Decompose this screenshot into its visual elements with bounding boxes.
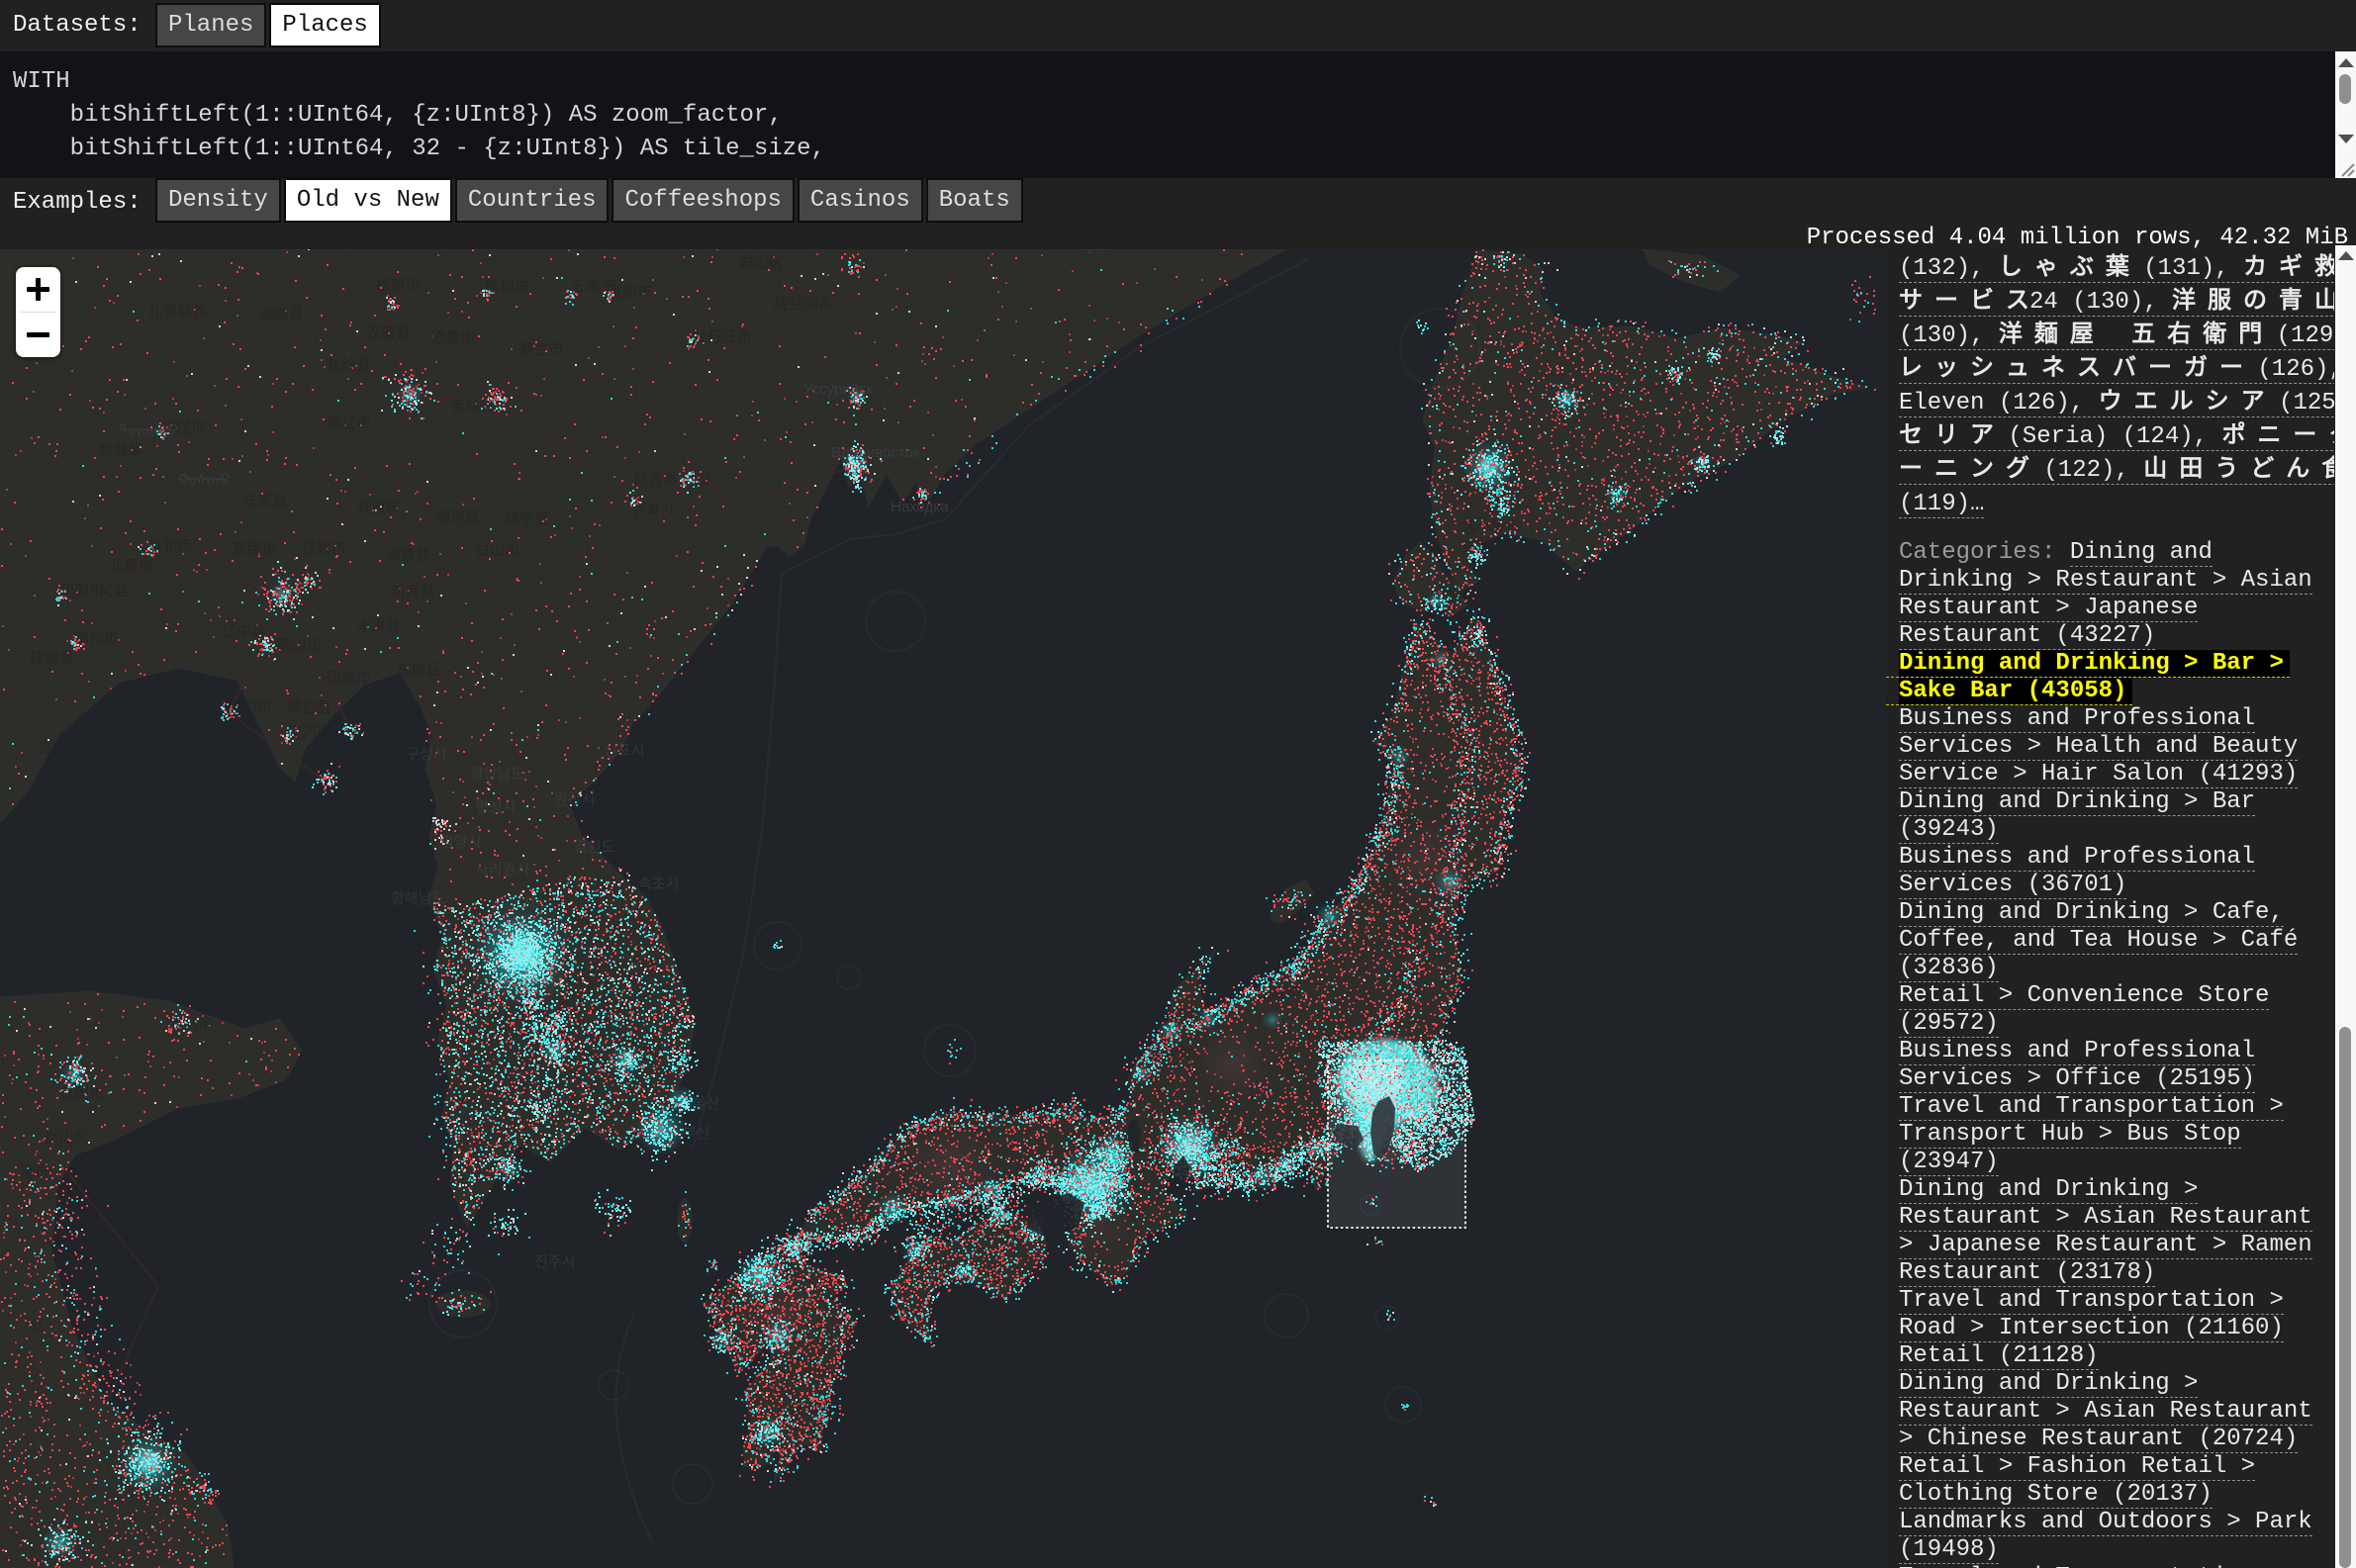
svg-text:室蘭市: 室蘭市 [1461, 538, 1506, 555]
svg-text:돈화시: 돈화시 [633, 502, 674, 518]
svg-text:浜松市: 浜松市 [1240, 1197, 1284, 1214]
svg-text:ᠳᠣᠷᠣᠨᠠᠲᠤ: ᠳᠣᠷᠣᠨᠠᠲᠤ [119, 422, 178, 439]
svg-text:東京都: 東京都 [1380, 1261, 1425, 1278]
svg-text:日照市: 日照市 [59, 1085, 104, 1102]
svg-text:上越市: 上越市 [1257, 984, 1301, 1001]
svg-text:부산: 부산 [683, 1125, 710, 1142]
svg-text:新宾县: 新宾县 [391, 584, 435, 600]
svg-text:岛市: 岛市 [38, 741, 67, 758]
svg-text:丹东市: 丹东市 [351, 719, 396, 736]
svg-text:충청남: 충청남 [515, 976, 556, 993]
svg-text:滨海县: 滨海县 [94, 1258, 139, 1275]
svg-text:Уссурийск: Уссурийск [803, 381, 873, 398]
svg-text:锦州市: 锦州市 [74, 630, 119, 647]
svg-text:白山市: 白山市 [475, 542, 519, 559]
svg-text:개성시: 개성시 [495, 894, 535, 911]
svg-text:长岭县: 长岭县 [327, 357, 371, 374]
svg-text:鳥取市: 鳥取市 [991, 1102, 1036, 1120]
svg-text:朝阳市: 朝阳市 [59, 583, 104, 600]
svg-text:庄河市: 庄河市 [287, 723, 331, 741]
svg-text:宽甸县: 宽甸县 [396, 662, 440, 679]
svg-text:榆树市: 榆树市 [485, 279, 529, 296]
svg-text:建昌县: 建昌县 [30, 650, 74, 667]
svg-text:いわき市: いわき市 [1455, 976, 1514, 993]
svg-text:岚山区: 岚山区 [45, 1130, 89, 1147]
svg-text:通榆县: 通榆县 [259, 306, 304, 323]
svg-text:辽中区: 辽中区 [223, 623, 267, 640]
svg-text:苫小牧市: 苫小牧市 [1461, 519, 1521, 536]
svg-text:평양시: 평양시 [440, 834, 481, 851]
svg-text:农安县: 农安县 [366, 324, 411, 341]
svg-text:강원도: 강원도 [574, 839, 615, 856]
svg-text:延岡市: 延岡市 [790, 1401, 834, 1418]
svg-text:酒田市: 酒田市 [1375, 813, 1420, 830]
svg-text:구성시: 구성시 [406, 746, 446, 763]
svg-text:扎鲁特旗: 扎鲁特旗 [148, 304, 208, 321]
svg-text:福井市: 福井市 [1147, 1047, 1191, 1063]
svg-text:奈曼旗: 奈曼旗 [99, 441, 143, 458]
svg-text:Находка: Находка [891, 499, 949, 515]
svg-text:평성시: 평성시 [475, 799, 516, 816]
svg-text:원산시: 원산시 [554, 791, 595, 808]
svg-text:吉林省: 吉林省 [450, 398, 495, 415]
svg-text:울산: 울산 [693, 1095, 720, 1112]
svg-text:속초시: 속초시 [638, 876, 679, 892]
svg-text:阜新市: 阜新市 [148, 537, 193, 554]
svg-text:麻山区: 麻山区 [739, 255, 784, 272]
svg-text:双辽市: 双辽市 [327, 415, 371, 431]
svg-text:盐城市: 盐城市 [134, 1377, 178, 1394]
svg-text:本溪县: 本溪县 [356, 617, 401, 634]
svg-text:靖宇县: 靖宇县 [505, 510, 549, 527]
svg-text:延吉市 연길: 延吉市 연길 [633, 472, 709, 489]
svg-text:日立市: 日立市 [1455, 1024, 1499, 1041]
svg-text:신포시: 신포시 [604, 742, 644, 759]
svg-text:东台市: 东台市 [183, 1404, 228, 1421]
svg-text:区: 区 [252, 1491, 267, 1508]
svg-text:德惠市: 德惠市 [430, 328, 475, 346]
svg-text:평안남도: 평안남도 [470, 766, 524, 783]
svg-text:사리원시: 사리원시 [475, 862, 529, 878]
svg-text:义县: 义县 [99, 583, 129, 600]
svg-text:法库县: 法库县 [242, 493, 287, 509]
svg-text:市: 市 [28, 1318, 43, 1335]
svg-text:铁岭市: 铁岭市 [302, 540, 346, 557]
svg-text:松原市: 松原市 [376, 277, 421, 294]
svg-text:五常市: 五常市 [571, 278, 615, 295]
svg-text:绥芬河市: 绥芬河市 [774, 296, 833, 313]
svg-text:港市: 港市 [20, 1164, 49, 1181]
svg-text:鞍山市: 鞍山市 [277, 637, 322, 654]
svg-text:舒兰市: 舒兰市 [519, 341, 564, 358]
svg-text:高知県: 高知県 [965, 1303, 1009, 1320]
svg-text:柳河县: 柳河县 [435, 509, 480, 526]
svg-text:凤城市: 凤城市 [327, 670, 371, 687]
svg-text:海阳市: 海阳市 [168, 1016, 213, 1033]
svg-text:金沢市: 金沢市 [1160, 1008, 1204, 1025]
svg-text:开原市: 开原市 [356, 500, 401, 516]
svg-text:清原县: 清原县 [386, 547, 430, 564]
svg-text:진주시: 진주시 [534, 1253, 575, 1270]
svg-text:ᠬᠣᠰᠢᠭᠤ: ᠬᠣᠰᠢᠭᠤ [178, 472, 231, 489]
svg-text:長崎: 長崎 [688, 1397, 717, 1414]
svg-text:牡丹江市: 牡丹江市 [693, 328, 752, 345]
svg-text:岫岩县: 岫岩县 [287, 699, 331, 716]
svg-text:营口市: 营口市 [228, 699, 272, 716]
svg-text:황해남도: 황해남도 [391, 890, 445, 907]
svg-text:Владивосток: Владивосток [831, 444, 920, 461]
svg-text:北票市: 北票市 [109, 558, 153, 575]
svg-text:函館市: 函館市 [1433, 586, 1477, 602]
svg-text:新民市: 新民市 [233, 541, 277, 558]
svg-text:край: край [1081, 249, 1112, 254]
